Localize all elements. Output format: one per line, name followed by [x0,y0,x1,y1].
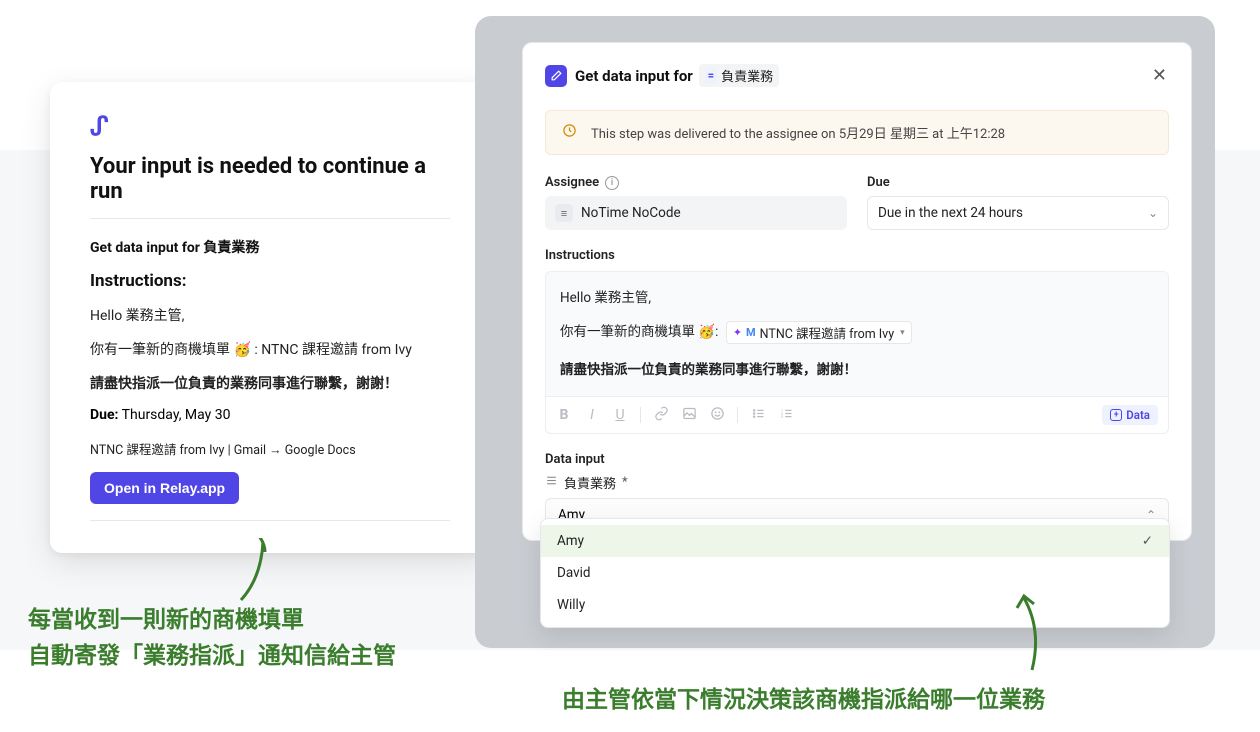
chip-label: NTNC 課程邀請 from Ivy [760,323,894,342]
option-label: David [557,565,591,581]
due-label: Due: [90,407,118,423]
email-preview-card: ᔑ Your input is needed to continue a run… [50,82,490,553]
editor-toolbar: B I U 123 + Data [545,397,1169,434]
annotation-arrow-right [1012,590,1052,675]
open-in-relay-button[interactable]: Open in Relay.app [90,472,239,504]
instr-prefix: 你有一筆新的商機填單 [560,324,698,340]
toolbar-separator [737,407,738,423]
instr-bold-line: 請盡快指派一位負責的業務同事進行聯繫，謝謝！ [560,358,1154,378]
instr-emoji: 🥳 [698,324,715,340]
plus-icon: + [1110,409,1122,421]
email-subtitle: Get data input for 負責業務 [90,237,450,257]
assignee-value: NoTime NoCode [581,205,681,221]
bolt-icon: ✦ [733,326,742,339]
instr-greeting: Hello 業務主管, [560,286,1154,306]
alert-text: This step was delivered to the assignee … [591,123,1005,142]
image-icon[interactable] [681,406,697,425]
option-label: Amy [557,533,584,549]
party-emoji: 🥳 [233,342,250,358]
assignee-label: Assignee i [545,175,847,190]
required-asterisk: * [622,475,628,490]
link-icon[interactable] [653,406,669,425]
instructions-editor[interactable]: Hello 業務主管, 你有一筆新的商機填單 🥳: ✦ M NTNC 課程邀請 … [545,271,1169,397]
equals-icon: = [705,68,717,83]
annotation-left-line2: 自動寄發「業務指派」通知信給主管 [28,638,396,674]
instr-bold-text: 請盡快指派一位負責的業務同事進行聯繫，謝謝！ [560,362,857,378]
dropdown-option-david[interactable]: David [541,557,1169,589]
option-label: Willy [557,597,585,613]
modal-title-chip: = 負責業務 [699,64,779,87]
annotation-left-line1: 每當收到一則新的商機填單 [28,602,396,638]
assignee-due-row: Assignee i ≡ NoTime NoCode Due Due in th… [545,175,1169,230]
info-icon[interactable]: i [605,176,619,190]
relay-logo: ᔑ [90,112,450,142]
assignee-field[interactable]: ≡ NoTime NoCode [545,196,847,230]
chevron-down-icon: ⌄ [1148,206,1158,220]
bullet-list-icon[interactable] [750,406,766,425]
dropdown-option-willy[interactable]: Willy [541,589,1169,621]
data-button-label: Data [1126,408,1150,422]
body-suffix: : NTNC 課程邀請 from Ivy [251,342,412,358]
assignee-col: Assignee i ≡ NoTime NoCode [545,175,847,230]
instructions-heading: Instructions: [90,271,450,291]
modal-title-prefix: Get data input for [575,67,693,85]
close-icon[interactable]: ✕ [1150,63,1169,88]
body-prefix: 你有一筆新的商機填單 [90,342,233,358]
due-label: Due [867,175,1169,190]
due-col: Due Due in the next 24 hours ⌄ [867,175,1169,230]
email-body-line: 你有一筆新的商機填單 🥳 : NTNC 課程邀請 from Ivy [90,339,450,359]
due-value: Thursday, May 30 [122,407,231,423]
chevron-down-icon: ▾ [900,328,905,338]
email-bold-line: 請盡快指派一位負責的業務同事進行聯繫，謝謝！ [90,373,450,393]
annotation-arrow-left [235,538,275,608]
instr-colon: : [715,324,718,340]
dropdown-option-amy[interactable]: Amy ✓ [541,525,1169,557]
modal-title: Get data input for = 負責業務 [575,64,779,87]
variable-chip[interactable]: ✦ M NTNC 課程邀請 from Ivy ▾ [726,321,912,344]
due-field[interactable]: Due in the next 24 hours ⌄ [867,196,1169,230]
instructions-label: Instructions [545,248,1169,263]
instructions-section: Instructions Hello 業務主管, 你有一筆新的商機填單 🥳: ✦… [545,248,1169,434]
email-due: Due: Thursday, May 30 [90,407,450,423]
field-name-text: 負責業務 [564,473,616,492]
email-meta: NTNC 課程邀請 from Ivy | Gmail → Google Docs [90,439,450,458]
avatar-icon: ≡ [555,204,573,222]
underline-icon[interactable]: U [612,407,628,423]
clock-icon [562,123,577,142]
chip-text: 負責業務 [721,66,773,85]
toolbar-separator [640,407,641,423]
data-input-modal: Get data input for = 負責業務 ✕ This step wa… [522,42,1192,541]
modal-header: Get data input for = 負責業務 ✕ [545,63,1169,88]
data-input-label: Data input [545,452,1169,467]
check-icon: ✓ [1142,533,1153,549]
email-title: Your input is needed to continue a run [90,154,450,219]
field-name-row: 負責業務 * [545,473,1169,492]
insert-data-button[interactable]: + Data [1102,405,1158,425]
italic-icon[interactable]: I [584,407,600,423]
email-greeting: Hello 業務主管, [90,305,450,325]
email-bold-text: 請盡快指派一位負責的業務同事進行聯繫，謝謝！ [90,376,398,392]
edit-icon [545,65,567,87]
annotation-left: 每當收到一則新的商機填單 自動寄發「業務指派」通知信給主管 [28,602,396,673]
bold-icon[interactable]: B [556,407,572,423]
instr-body-line: 你有一筆新的商機填單 🥳: ✦ M NTNC 課程邀請 from Ivy ▾ [560,320,1154,344]
svg-text:3: 3 [780,414,782,418]
emoji-icon[interactable] [709,406,725,425]
gmail-icon: M [746,326,756,339]
delivery-alert: This step was delivered to the assignee … [545,110,1169,155]
divider [90,520,450,521]
numbered-list-icon[interactable]: 123 [778,406,794,425]
assignee-label-text: Assignee [545,175,599,190]
annotation-right: 由主管依當下情況決策該商機指派給哪一位業務 [562,680,1045,714]
list-icon [545,474,558,491]
select-dropdown: Amy ✓ David Willy [540,518,1170,628]
due-value: Due in the next 24 hours [878,205,1023,221]
